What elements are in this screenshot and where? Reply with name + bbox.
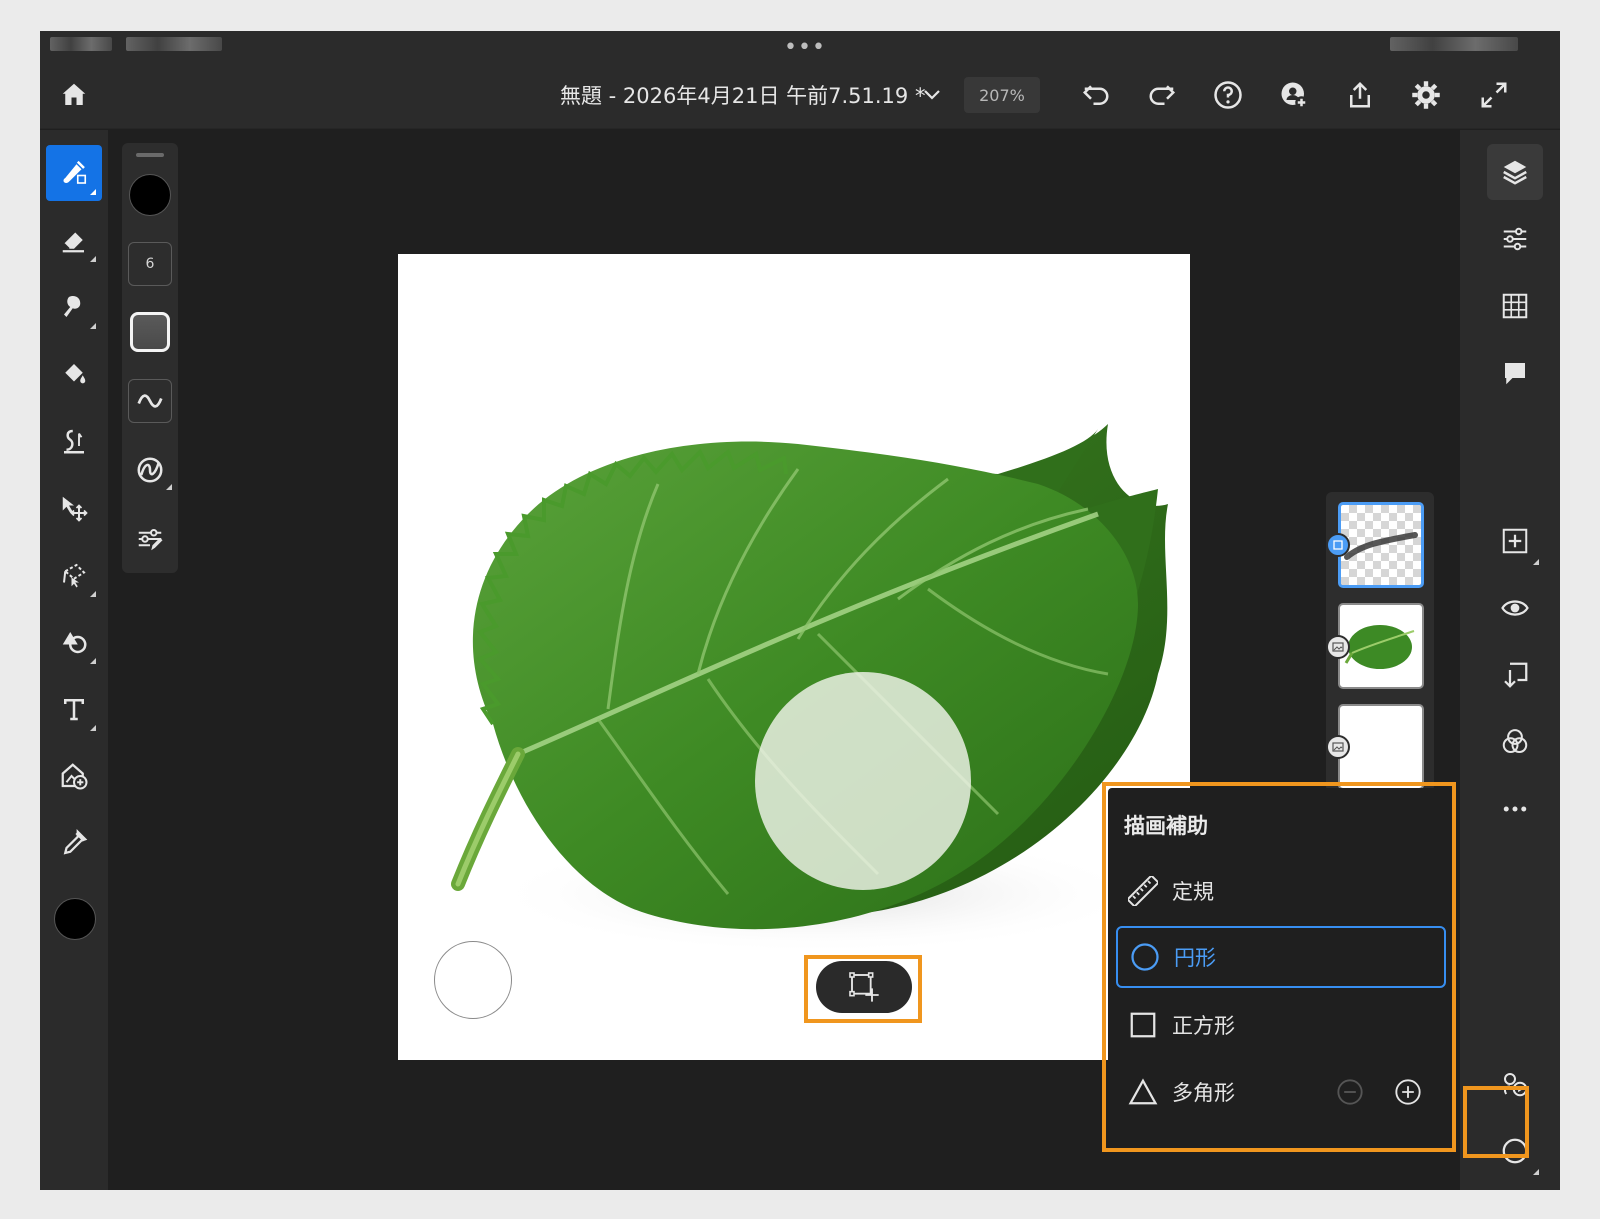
brush-settings-panel: 6 bbox=[122, 143, 178, 573]
brush-size-value: 6 bbox=[145, 256, 155, 272]
drawing-assist-button[interactable] bbox=[1487, 1123, 1543, 1179]
triangle-icon bbox=[1128, 1078, 1158, 1105]
right-toolbar bbox=[1460, 130, 1560, 1190]
image-layer-icon bbox=[1326, 735, 1350, 759]
move-tool[interactable] bbox=[46, 480, 102, 536]
tool-options-indicator bbox=[1533, 1169, 1539, 1175]
transform-guide-button[interactable] bbox=[816, 961, 912, 1013]
sliders-icon bbox=[138, 529, 163, 551]
leaf-image bbox=[451, 424, 1168, 954]
brush-settings-button[interactable] bbox=[128, 517, 172, 561]
drawing-assist-panel: 描画補助 定規 円形 正方形 多角形 bbox=[1108, 788, 1450, 1150]
lasso-tool[interactable] bbox=[46, 547, 102, 603]
square-icon bbox=[1130, 1012, 1156, 1038]
minus-circle-icon bbox=[1337, 1079, 1363, 1105]
foreground-color-swatch[interactable] bbox=[54, 898, 96, 940]
stabilizer-icon bbox=[137, 457, 163, 483]
layer-thumb-background[interactable] bbox=[1338, 704, 1424, 790]
paint-bucket-tool[interactable] bbox=[46, 346, 102, 402]
top-bar: 無題 - 2026年4月21日 午前7.51.19 * 207% bbox=[40, 61, 1560, 129]
tool-options-indicator bbox=[90, 658, 96, 664]
brush-size-button[interactable]: 6 bbox=[128, 242, 172, 286]
layer-thumb-leaf[interactable] bbox=[1338, 603, 1424, 689]
brush-tool[interactable] bbox=[46, 145, 102, 201]
transform-icon bbox=[849, 972, 879, 1002]
tool-options-indicator bbox=[90, 591, 96, 597]
assist-option-circle[interactable]: 円形 bbox=[1116, 926, 1446, 988]
type-tool[interactable] bbox=[46, 681, 102, 737]
add-layer-icon[interactable] bbox=[1487, 513, 1543, 569]
smudge-tool[interactable] bbox=[46, 413, 102, 469]
ruler-icon bbox=[1128, 876, 1158, 906]
plus-circle-icon bbox=[1395, 1079, 1421, 1105]
place-image-tool[interactable] bbox=[46, 748, 102, 804]
app-window: ••• 無題 - 2026年4月21日 午前7.51.19 * 207% 6 描… bbox=[40, 31, 1560, 1190]
panel-grip-handle[interactable] bbox=[136, 153, 164, 157]
healing-tool[interactable] bbox=[46, 279, 102, 335]
assist-option-label: 正方形 bbox=[1172, 1014, 1235, 1038]
layer-thumbnails-panel bbox=[1326, 492, 1434, 792]
status-blur-left bbox=[50, 37, 112, 51]
blend-mode-icon[interactable] bbox=[1487, 714, 1543, 770]
circle-icon bbox=[1502, 1138, 1528, 1164]
tool-options-indicator bbox=[1533, 559, 1539, 565]
transparency-checker bbox=[1341, 505, 1421, 585]
assist-option-label: 定規 bbox=[1172, 880, 1214, 904]
touch-shortcut-icon[interactable] bbox=[1487, 1056, 1543, 1112]
brush-color-swatch bbox=[129, 174, 171, 216]
polygon-decrease-button[interactable] bbox=[1336, 1078, 1364, 1106]
more-options-icon[interactable] bbox=[1487, 781, 1543, 837]
gear-icon[interactable] bbox=[1406, 75, 1446, 115]
document-canvas[interactable] bbox=[398, 254, 1190, 1060]
adjustments-icon[interactable] bbox=[1487, 211, 1543, 267]
status-bar: ••• bbox=[40, 31, 1560, 61]
circle-drawing-guide[interactable] bbox=[755, 672, 971, 890]
brush-opacity-button[interactable] bbox=[128, 310, 172, 354]
wave-icon bbox=[137, 394, 163, 408]
document-title[interactable]: 無題 - 2026年4月21日 午前7.51.19 * bbox=[560, 80, 925, 110]
shape-tool[interactable] bbox=[46, 614, 102, 670]
multitasking-dots-icon[interactable]: ••• bbox=[784, 35, 826, 60]
brush-smoothing-button[interactable] bbox=[128, 379, 172, 423]
layer-thumb-brush[interactable] bbox=[1338, 502, 1424, 588]
eraser-tool[interactable] bbox=[46, 212, 102, 268]
visibility-eye-icon[interactable] bbox=[1487, 580, 1543, 636]
assist-option-square[interactable]: 正方形 bbox=[1116, 994, 1446, 1056]
eyedropper-tool[interactable] bbox=[46, 815, 102, 871]
polygon-increase-button[interactable] bbox=[1394, 1078, 1422, 1106]
undo-icon[interactable] bbox=[1076, 75, 1116, 115]
brush-color-button[interactable] bbox=[128, 173, 172, 217]
brush-opacity-swatch bbox=[130, 312, 170, 352]
tool-options-indicator bbox=[90, 323, 96, 329]
fullscreen-icon[interactable] bbox=[1474, 75, 1514, 115]
tool-options-indicator bbox=[166, 484, 172, 490]
tool-options-indicator bbox=[90, 256, 96, 262]
assist-option-ruler[interactable]: 定規 bbox=[1116, 860, 1446, 922]
drawing-assist-title: 描画補助 bbox=[1124, 814, 1208, 838]
help-icon[interactable] bbox=[1208, 75, 1248, 115]
left-toolbar bbox=[40, 130, 108, 1190]
share-icon[interactable] bbox=[1340, 75, 1380, 115]
layers-icon[interactable] bbox=[1487, 144, 1543, 200]
grid-icon[interactable] bbox=[1487, 278, 1543, 334]
status-blur-left-2 bbox=[126, 37, 222, 51]
zoom-level[interactable]: 207% bbox=[964, 77, 1040, 113]
circle-icon bbox=[1131, 943, 1159, 971]
brush-stabilizer-button[interactable] bbox=[128, 448, 172, 492]
layer-type-badge bbox=[1326, 533, 1350, 557]
clipping-mask-icon[interactable] bbox=[1487, 647, 1543, 703]
redo-icon[interactable] bbox=[1142, 75, 1182, 115]
invite-user-icon[interactable] bbox=[1274, 75, 1314, 115]
comment-icon[interactable] bbox=[1487, 345, 1543, 401]
assist-option-label: 多角形 bbox=[1172, 1081, 1235, 1105]
tool-options-indicator bbox=[90, 189, 96, 195]
image-layer-icon bbox=[1326, 635, 1350, 659]
brush-cursor-preview bbox=[434, 941, 512, 1019]
assist-option-label: 円形 bbox=[1174, 946, 1216, 970]
chevron-down-icon[interactable] bbox=[920, 83, 944, 107]
status-blur-right bbox=[1390, 37, 1518, 51]
tool-options-indicator bbox=[90, 725, 96, 731]
home-icon[interactable] bbox=[54, 75, 94, 115]
